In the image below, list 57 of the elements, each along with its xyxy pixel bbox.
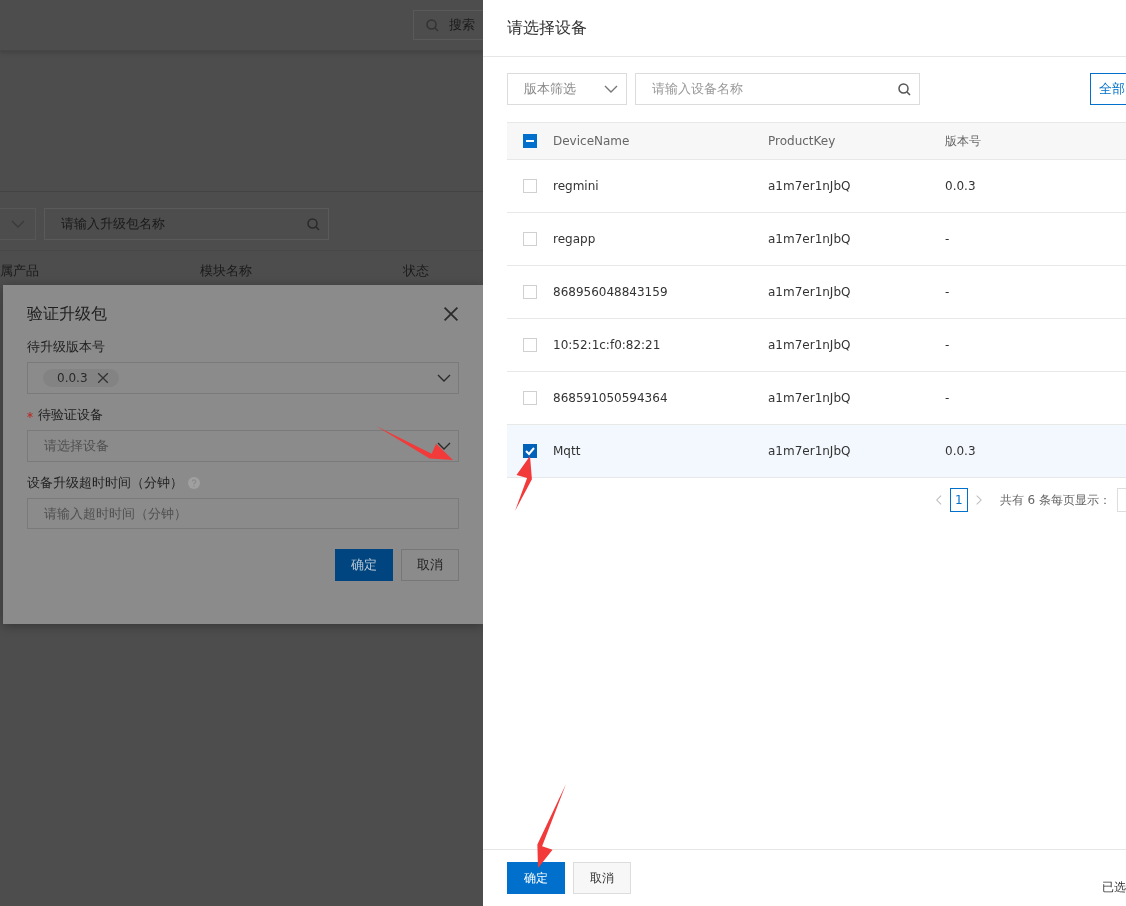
filter-select[interactable] [0,208,36,240]
annotation-arrow [515,456,532,511]
table-cell-text: 0.0.3 [945,444,977,458]
table-cell-text: Mqtt [553,444,582,458]
chevron-down-icon [604,85,618,93]
field-label: 设备升级超时时间（分钟） [27,474,183,492]
column-header: 版本号 [945,132,982,150]
selection-count: 已选 [1102,878,1126,896]
chevron-right-icon[interactable] [975,493,982,507]
all-button[interactable]: 全部 [1090,73,1126,105]
confirm-button[interactable]: 确定 [335,549,393,581]
table-cell-text: - [945,338,951,352]
tag-text: 0.0.3 [57,371,88,385]
version-filter-select[interactable]: 版本筛选 [507,73,627,105]
cancel-button[interactable]: 取消 [401,549,459,581]
checkbox[interactable] [523,179,537,193]
table-cell-text: regapp [553,232,597,246]
table-cell-text: - [945,285,951,299]
remove-icon[interactable] [96,372,109,384]
close-icon[interactable] [443,306,459,322]
search-icon [898,82,911,96]
checkbox[interactable] [523,338,537,352]
dialog-title: 验证升级包 [27,303,107,325]
confirm-button[interactable]: 确定 [507,862,565,894]
table-cell-text: - [945,232,951,246]
checkbox[interactable] [523,444,537,458]
device-search-field[interactable]: 请输入设备名称 [635,73,920,105]
chevron-left-icon[interactable] [936,493,942,507]
chevron-down-icon [437,374,451,382]
table-cell-text: a1m7er1nJbQ [768,179,852,193]
field-label: 待升级版本号 [27,338,105,356]
table-cell-text: a1m7er1nJbQ [768,285,852,299]
pagination-summary: 共有 6 条每页显示： [999,491,1111,509]
checkbox[interactable] [523,232,537,246]
cancel-button[interactable]: 取消 [573,862,631,894]
table-cell-text: regmini [553,179,600,193]
search-icon [426,18,439,32]
checkbox[interactable] [523,285,537,299]
table-cell-text: - [945,391,951,405]
table-cell-text: 10:52:1c:f0:82:21 [553,338,662,352]
page-size-select[interactable] [1116,488,1126,512]
checkbox[interactable] [523,134,537,148]
table-cell-text: a1m7er1nJbQ [768,338,852,352]
table-cell-text: a1m7er1nJbQ [768,391,852,405]
table-cell-text: a1m7er1nJbQ [768,232,852,246]
drawer-title: 请选择设备 [507,17,587,39]
field-label: 待验证设备 [38,406,103,424]
table-cell-text: 0.0.3 [945,179,977,193]
search-icon [307,217,320,231]
table-cell-text: a1m7er1nJbQ [768,444,852,458]
checkbox[interactable] [523,391,537,405]
page-button[interactable]: 1 [949,488,968,512]
table-cell-text: 868591050594364 [553,391,669,405]
table-cell-text: 868956048843159 [553,285,669,299]
version-select[interactable]: 0.0.3 [27,362,459,394]
column-header: ProductKey [768,134,837,148]
column-header: DeviceName [553,134,631,148]
